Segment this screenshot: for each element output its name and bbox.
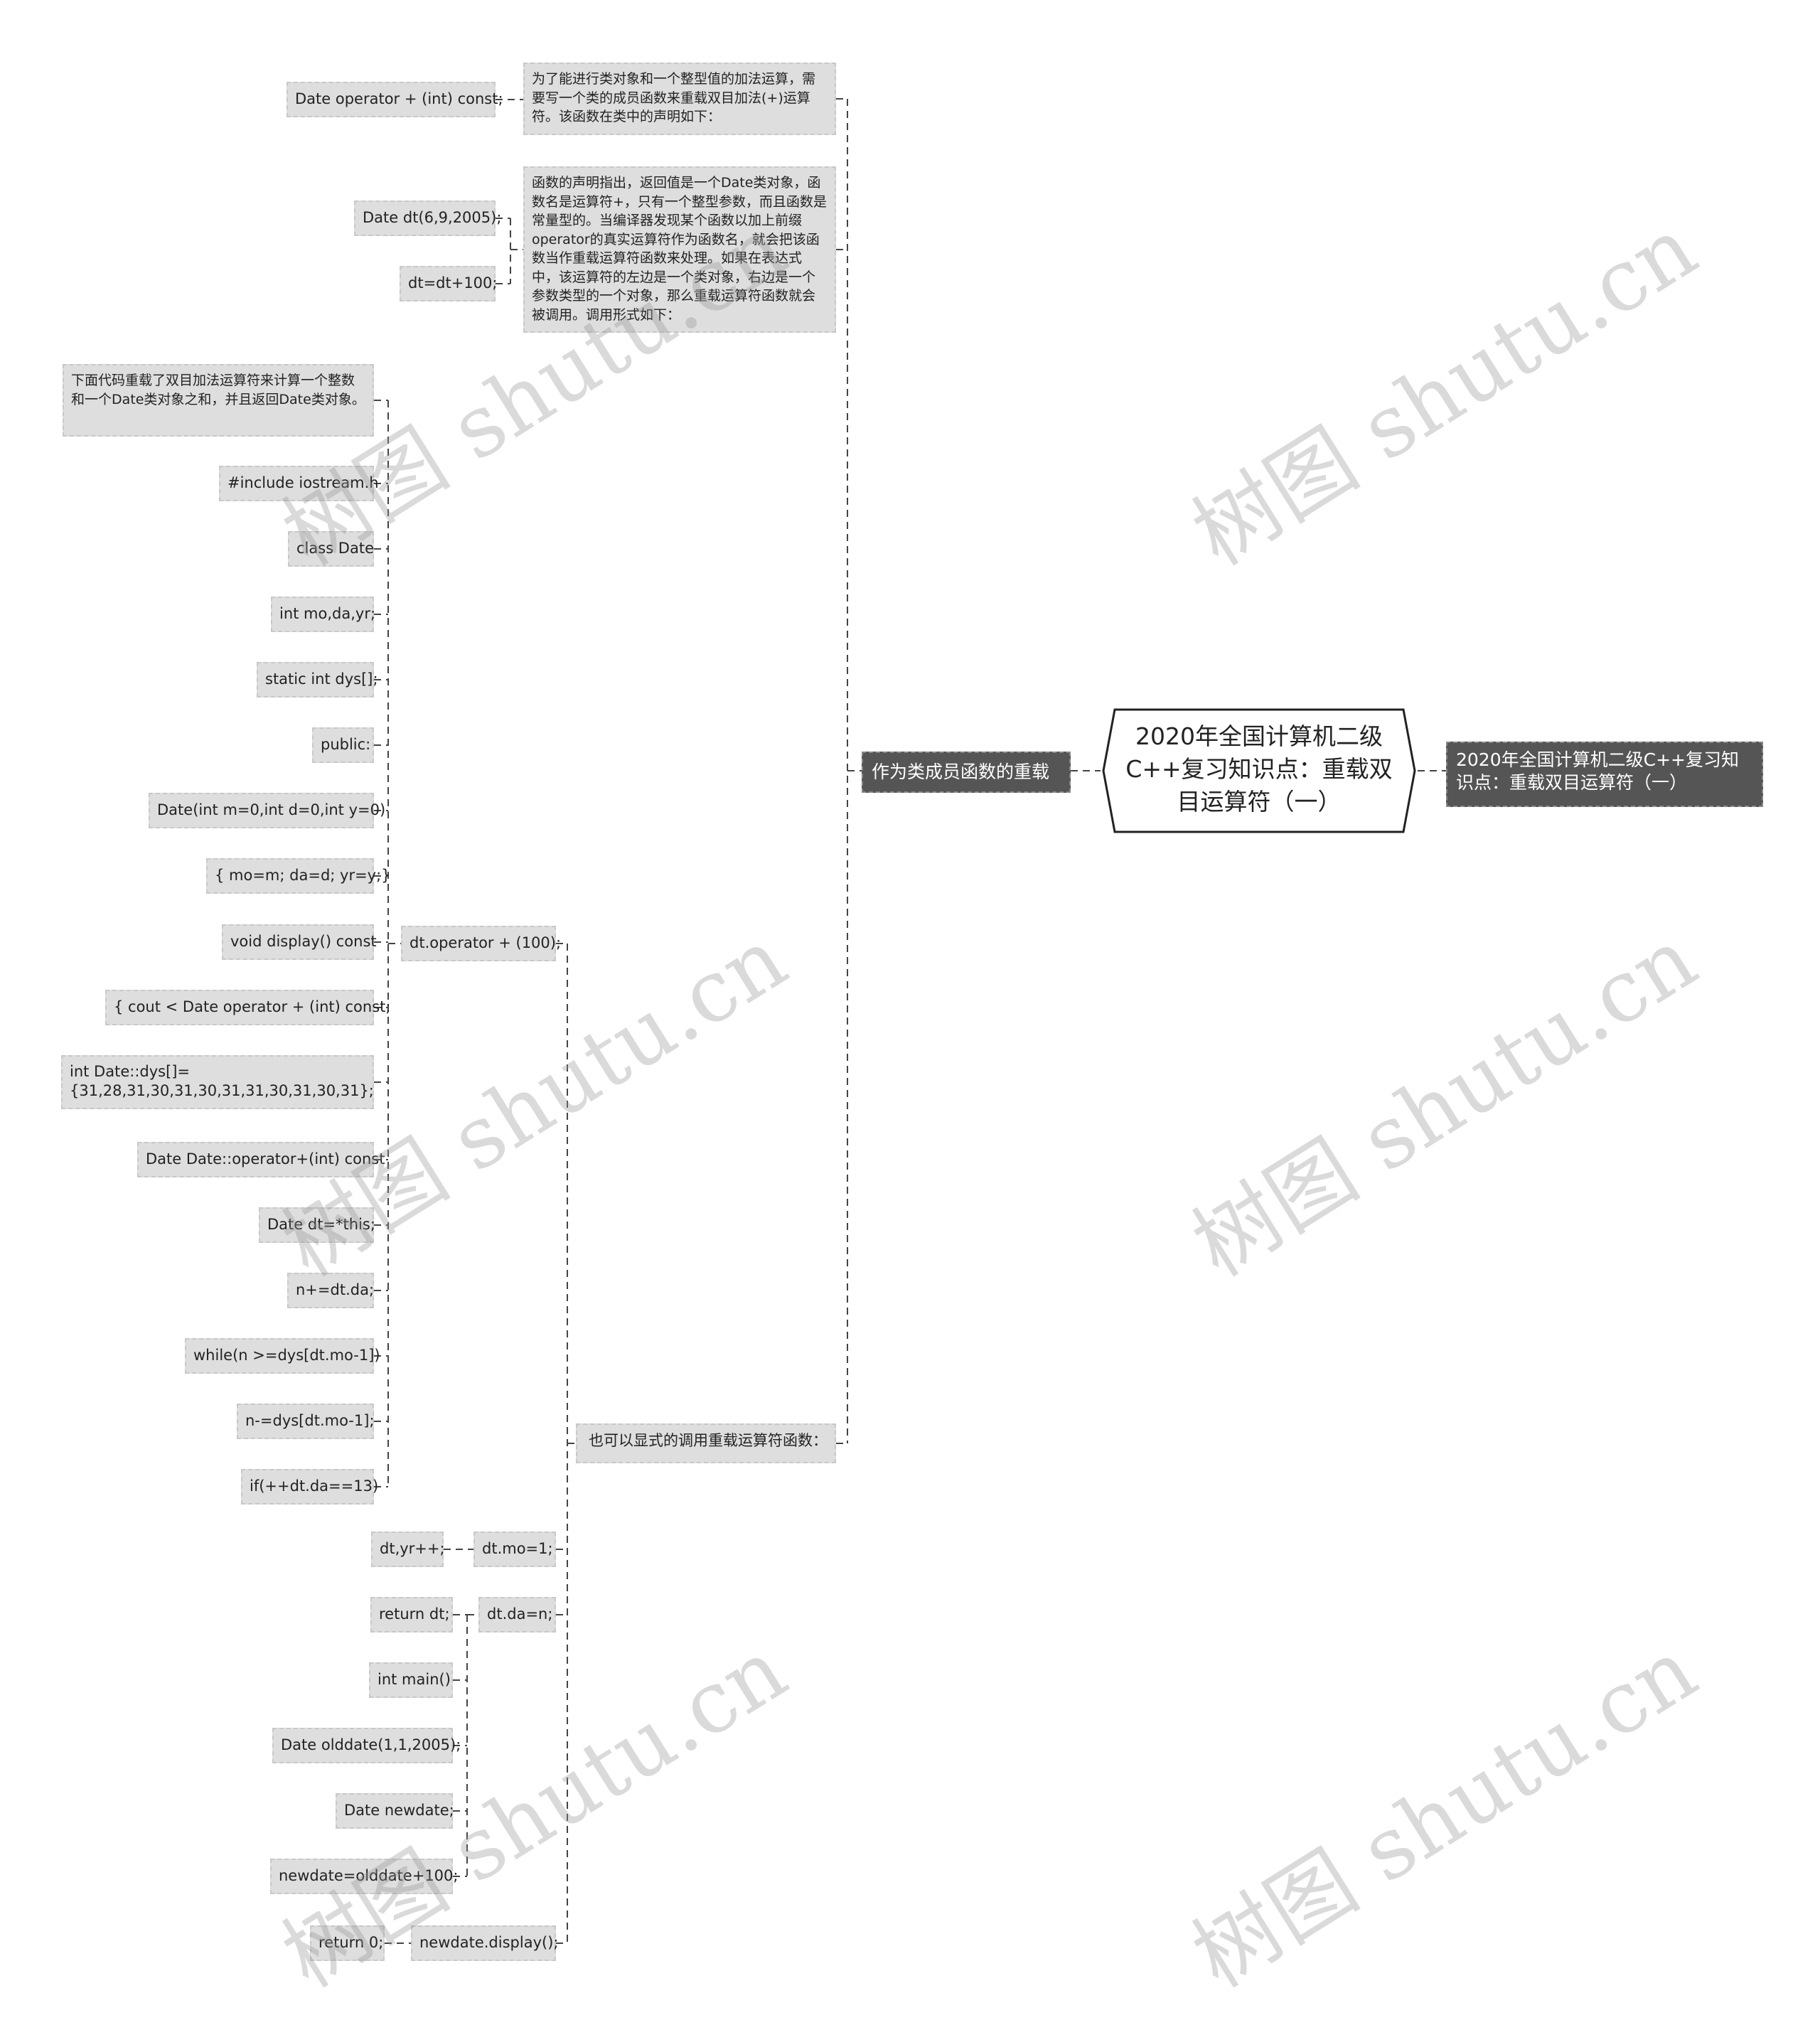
node-code-line[interactable]: Date newdate; bbox=[336, 1793, 454, 1829]
node-code-line[interactable]: int mo,da,yr; bbox=[271, 597, 375, 632]
node-code-line[interactable]: Date(int m=0,int d=0,int y=0) bbox=[149, 793, 385, 828]
node-newdate-display[interactable]: newdate.display(); bbox=[411, 1925, 558, 1961]
node-code-line[interactable]: return dt; bbox=[370, 1597, 453, 1632]
root-node[interactable]: 2020年全国计算机二级C++复习知识点：重载双目运算符（一） bbox=[1101, 707, 1418, 834]
node-code-line[interactable]: public: bbox=[312, 727, 374, 763]
node-code-line[interactable]: static int dys[]; bbox=[257, 662, 378, 698]
node-code-line[interactable]: Date Date::operator+(int) const bbox=[137, 1142, 385, 1177]
node-dt-plus-100[interactable]: dt=dt+100; bbox=[400, 266, 497, 301]
node-code-line[interactable]: n+=dt.da; bbox=[287, 1273, 374, 1308]
node-code-line[interactable]: int main() bbox=[369, 1662, 453, 1698]
root-node-label: 2020年全国计算机二级C++复习知识点：重载双目运算符（一） bbox=[1125, 722, 1393, 816]
node-dt-mo-1[interactable]: dt.mo=1; bbox=[473, 1532, 556, 1567]
node-code-line[interactable]: return 0; bbox=[310, 1925, 385, 1961]
node-code-line[interactable]: Date olddate(1,1,2005); bbox=[272, 1728, 461, 1763]
node-code-line[interactable]: { mo=m; da=d; yr=y;} bbox=[206, 858, 391, 894]
node-code-line[interactable]: newdate=olddate+100; bbox=[270, 1859, 458, 1894]
node-code-line[interactable]: n-=dys[dt.mo-1]; bbox=[237, 1404, 375, 1439]
node-code-line[interactable]: { cout < Date operator + (int) const; bbox=[105, 990, 390, 1025]
mind-map-canvas: 2020年全国计算机二级C++复习知识点：重载双目运算符（一） 2020年全国计… bbox=[0, 0, 1820, 2020]
node-explanation-call-form[interactable]: 函数的声明指出，返回值是一个Date类对象，函数名是运算符+，只有一个整型参数，… bbox=[523, 166, 836, 333]
node-code-line[interactable]: void display() const bbox=[222, 924, 377, 960]
node-code-line[interactable]: while(n >=dys[dt.mo-1]) bbox=[185, 1338, 380, 1374]
node-code-line[interactable]: #include iostream.h bbox=[219, 466, 379, 501]
node-dt-operator-call[interactable]: dt.operator + (100); bbox=[401, 926, 561, 961]
node-explanation-declaration[interactable]: 为了能进行类对象和一个整型值的加法运算，需要写一个类的成员函数来重载双目加法(+… bbox=[523, 63, 836, 135]
node-code-line[interactable]: Date dt=*this; bbox=[259, 1207, 375, 1243]
node-code-intro[interactable]: 下面代码重载了双目加法运算符来计算一个整数和一个Date类对象之和，并且返回Da… bbox=[63, 364, 374, 437]
node-code-line[interactable]: dt,yr++; bbox=[371, 1532, 445, 1567]
node-dt-da-n[interactable]: dt.da=n; bbox=[478, 1597, 556, 1632]
branch-member-function-overload[interactable]: 作为类成员函数的重载 bbox=[862, 752, 1071, 793]
node-date-operator-decl[interactable]: Date operator + (int) const; bbox=[287, 82, 503, 117]
node-code-line[interactable]: class Date bbox=[288, 531, 374, 567]
node-date-dt-init[interactable]: Date dt(6,9,2005); bbox=[354, 201, 501, 236]
right-branch-node[interactable]: 2020年全国计算机二级C++复习知识点：重载双目运算符（一） bbox=[1446, 742, 1763, 807]
node-code-line[interactable]: if(++dt.da==13) bbox=[241, 1469, 378, 1505]
node-code-line[interactable]: int Date::dys[]={31,28,31,30,31,30,31,31… bbox=[61, 1055, 374, 1109]
node-explicit-call[interactable]: 也可以显式的调用重载运算符函数： bbox=[576, 1423, 836, 1463]
